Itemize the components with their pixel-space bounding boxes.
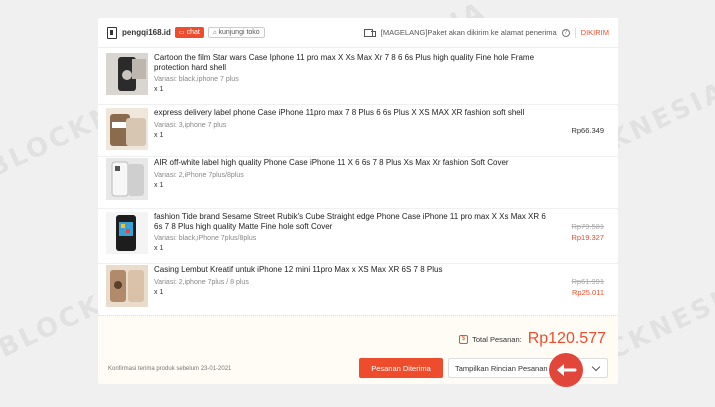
order-item[interactable]: fashion Tide brand Sesame Street Rubik's… [98,208,618,262]
help-icon[interactable]: ? [561,28,570,37]
shipping-note[interactable]: [MAGELANG]Paket akan dikirim ke alamat p… [381,28,557,37]
product-variant: Variasi: black,iphone 7 plus [154,76,239,83]
truck-icon [363,28,376,37]
store-icon: ⌂ [212,29,217,36]
order-received-button[interactable]: Pesanan Diterima [359,358,443,378]
order-card: pengqi168.id ▭ chat ⌂ kunjungi toko [MAG… [98,18,618,384]
chat-button[interactable]: ▭ chat [174,27,204,38]
chevron-down-icon [591,362,601,372]
visit-shop-button[interactable]: ⌂ kunjungi toko [207,27,265,38]
product-quantity: x 1 [154,245,164,252]
order-item[interactable]: AIR off-white label high quality Phone C… [98,154,618,208]
product-title: AIR off-white label high quality Phone C… [154,158,509,167]
product-image [106,108,148,150]
visit-shop-label: kunjungi toko [218,29,260,36]
chat-label: chat [186,29,200,36]
product-image [106,158,148,200]
discount-price: Rp19.327 [571,233,604,242]
product-title: Casing Lembut Kreatif untuk iPhone 12 mi… [154,265,443,274]
confirm-note: Konfirmasi terima produk sebelum 23-01-2… [108,366,232,372]
original-price: Rp61.991 [571,277,604,286]
product-variant: Variasi: 2,iPhone 7plus/8plus [154,171,244,179]
order-footer: $ Total Pesanan: Rp120.577 Konfirmasi te… [98,315,618,384]
product-price: Rp66.349 [571,126,604,135]
order-item[interactable]: express delivery label phone Case iPhone… [98,104,618,158]
shop-icon [107,26,117,39]
product-quantity: x 1 [154,131,164,139]
discount-price: Rp25.011 [572,288,604,297]
product-quantity: x 1 [154,288,164,296]
order-detail-dropdown[interactable]: Tampilkan Rincian Pesanan [448,358,608,378]
product-title: express delivery label phone Case iPhone… [154,108,525,117]
product-title: fashion Tide brand Sesame Street Rubik's… [154,212,546,231]
product-price: Rp61.991 Rp25.011 [571,277,604,297]
total-value: Rp120.577 [527,330,606,347]
shop-name[interactable]: pengqi168.id [122,28,171,37]
left-arrow-icon [549,353,583,387]
product-title: Cartoon the film Star wars Case Iphone 1… [154,53,535,72]
order-item[interactable]: Casing Lembut Kreatif untuk iPhone 12 mi… [98,261,618,315]
price-value: Rp66.349 [571,126,604,135]
order-header: pengqi168.id ▭ chat ⌂ kunjungi toko [MAG… [98,18,618,48]
chat-icon: ▭ [178,30,185,36]
product-image [106,212,148,254]
order-detail-label: Tampilkan Rincian Pesanan [455,363,548,373]
product-variant: Variasi: black,iPhone 7plus/8plus [154,235,257,242]
original-price: Rp79.581 [571,222,604,231]
product-image [106,265,148,307]
shield-icon: $ [459,334,469,344]
product-quantity: x 1 [154,86,164,93]
product-price: Rp79.581 Rp19.327 [571,222,604,242]
order-item[interactable]: Cartoon the film Star wars Case Iphone 1… [98,49,618,103]
divider [574,27,576,38]
product-image [106,53,148,95]
status-badge: DIKIRIM [580,28,609,37]
order-total: $ Total Pesanan: Rp120.577 [459,330,606,348]
product-variant: Variasi: 2,iphone 7plus / 8 plus [154,278,249,286]
product-variant: Variasi: 3,iphone 7 plus [154,121,227,129]
total-label: Total Pesanan: [472,334,522,344]
product-quantity: x 1 [154,181,164,189]
